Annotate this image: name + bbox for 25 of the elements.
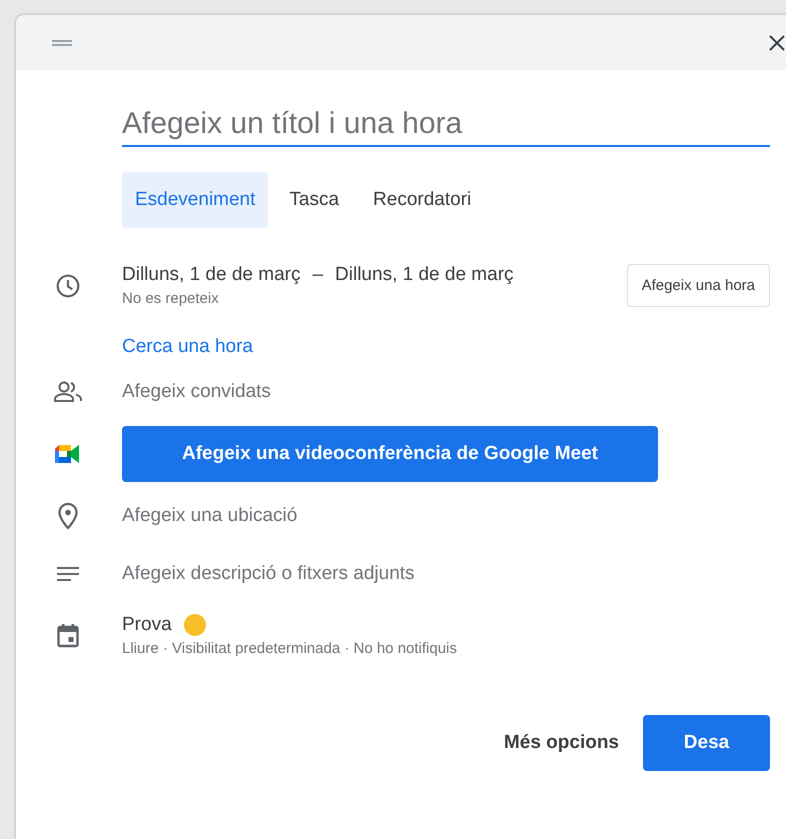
close-icon[interactable] <box>768 34 786 52</box>
people-icon <box>53 381 83 403</box>
guests-field[interactable]: Afegeix convidats <box>122 368 271 416</box>
calendar-name[interactable]: Prova <box>122 614 172 636</box>
drag-handle-icon[interactable] <box>52 38 72 46</box>
start-date[interactable]: Dilluns, 1 de de març <box>122 264 300 286</box>
date-separator: – <box>312 264 324 286</box>
add-time-button[interactable]: Afegeix una hora <box>626 264 770 307</box>
google-meet-button[interactable]: Afegeix una videoconferència de Google Meet <box>122 426 658 482</box>
tab[interactable]: Recordatori <box>360 172 484 228</box>
tab[interactable]: Esdeveniment <box>122 172 268 228</box>
location-pin-icon <box>57 502 79 530</box>
calendar-icon <box>57 624 79 648</box>
tab[interactable]: Tasca <box>276 172 352 228</box>
location-field[interactable]: Afegeix una ubicació <box>122 492 298 540</box>
description-field[interactable]: Afegeix descripció o fitxers adjunts <box>122 550 415 598</box>
more-options-button[interactable]: Més opcions <box>504 732 619 754</box>
title-field[interactable]: Afegeix un títol i una hora <box>122 107 770 147</box>
end-date[interactable]: Dilluns, 1 de de març <box>335 264 514 286</box>
clock-icon <box>55 272 81 298</box>
find-time-link[interactable]: Cerca una hora <box>122 336 253 358</box>
calendar-details: Lliure · Visibilitat predeterminada · No ho notifiquis <box>122 640 458 657</box>
repeat-option[interactable]: No es repeteix <box>122 290 627 307</box>
save-button[interactable]: Desa <box>643 715 770 771</box>
description-icon <box>56 566 80 582</box>
